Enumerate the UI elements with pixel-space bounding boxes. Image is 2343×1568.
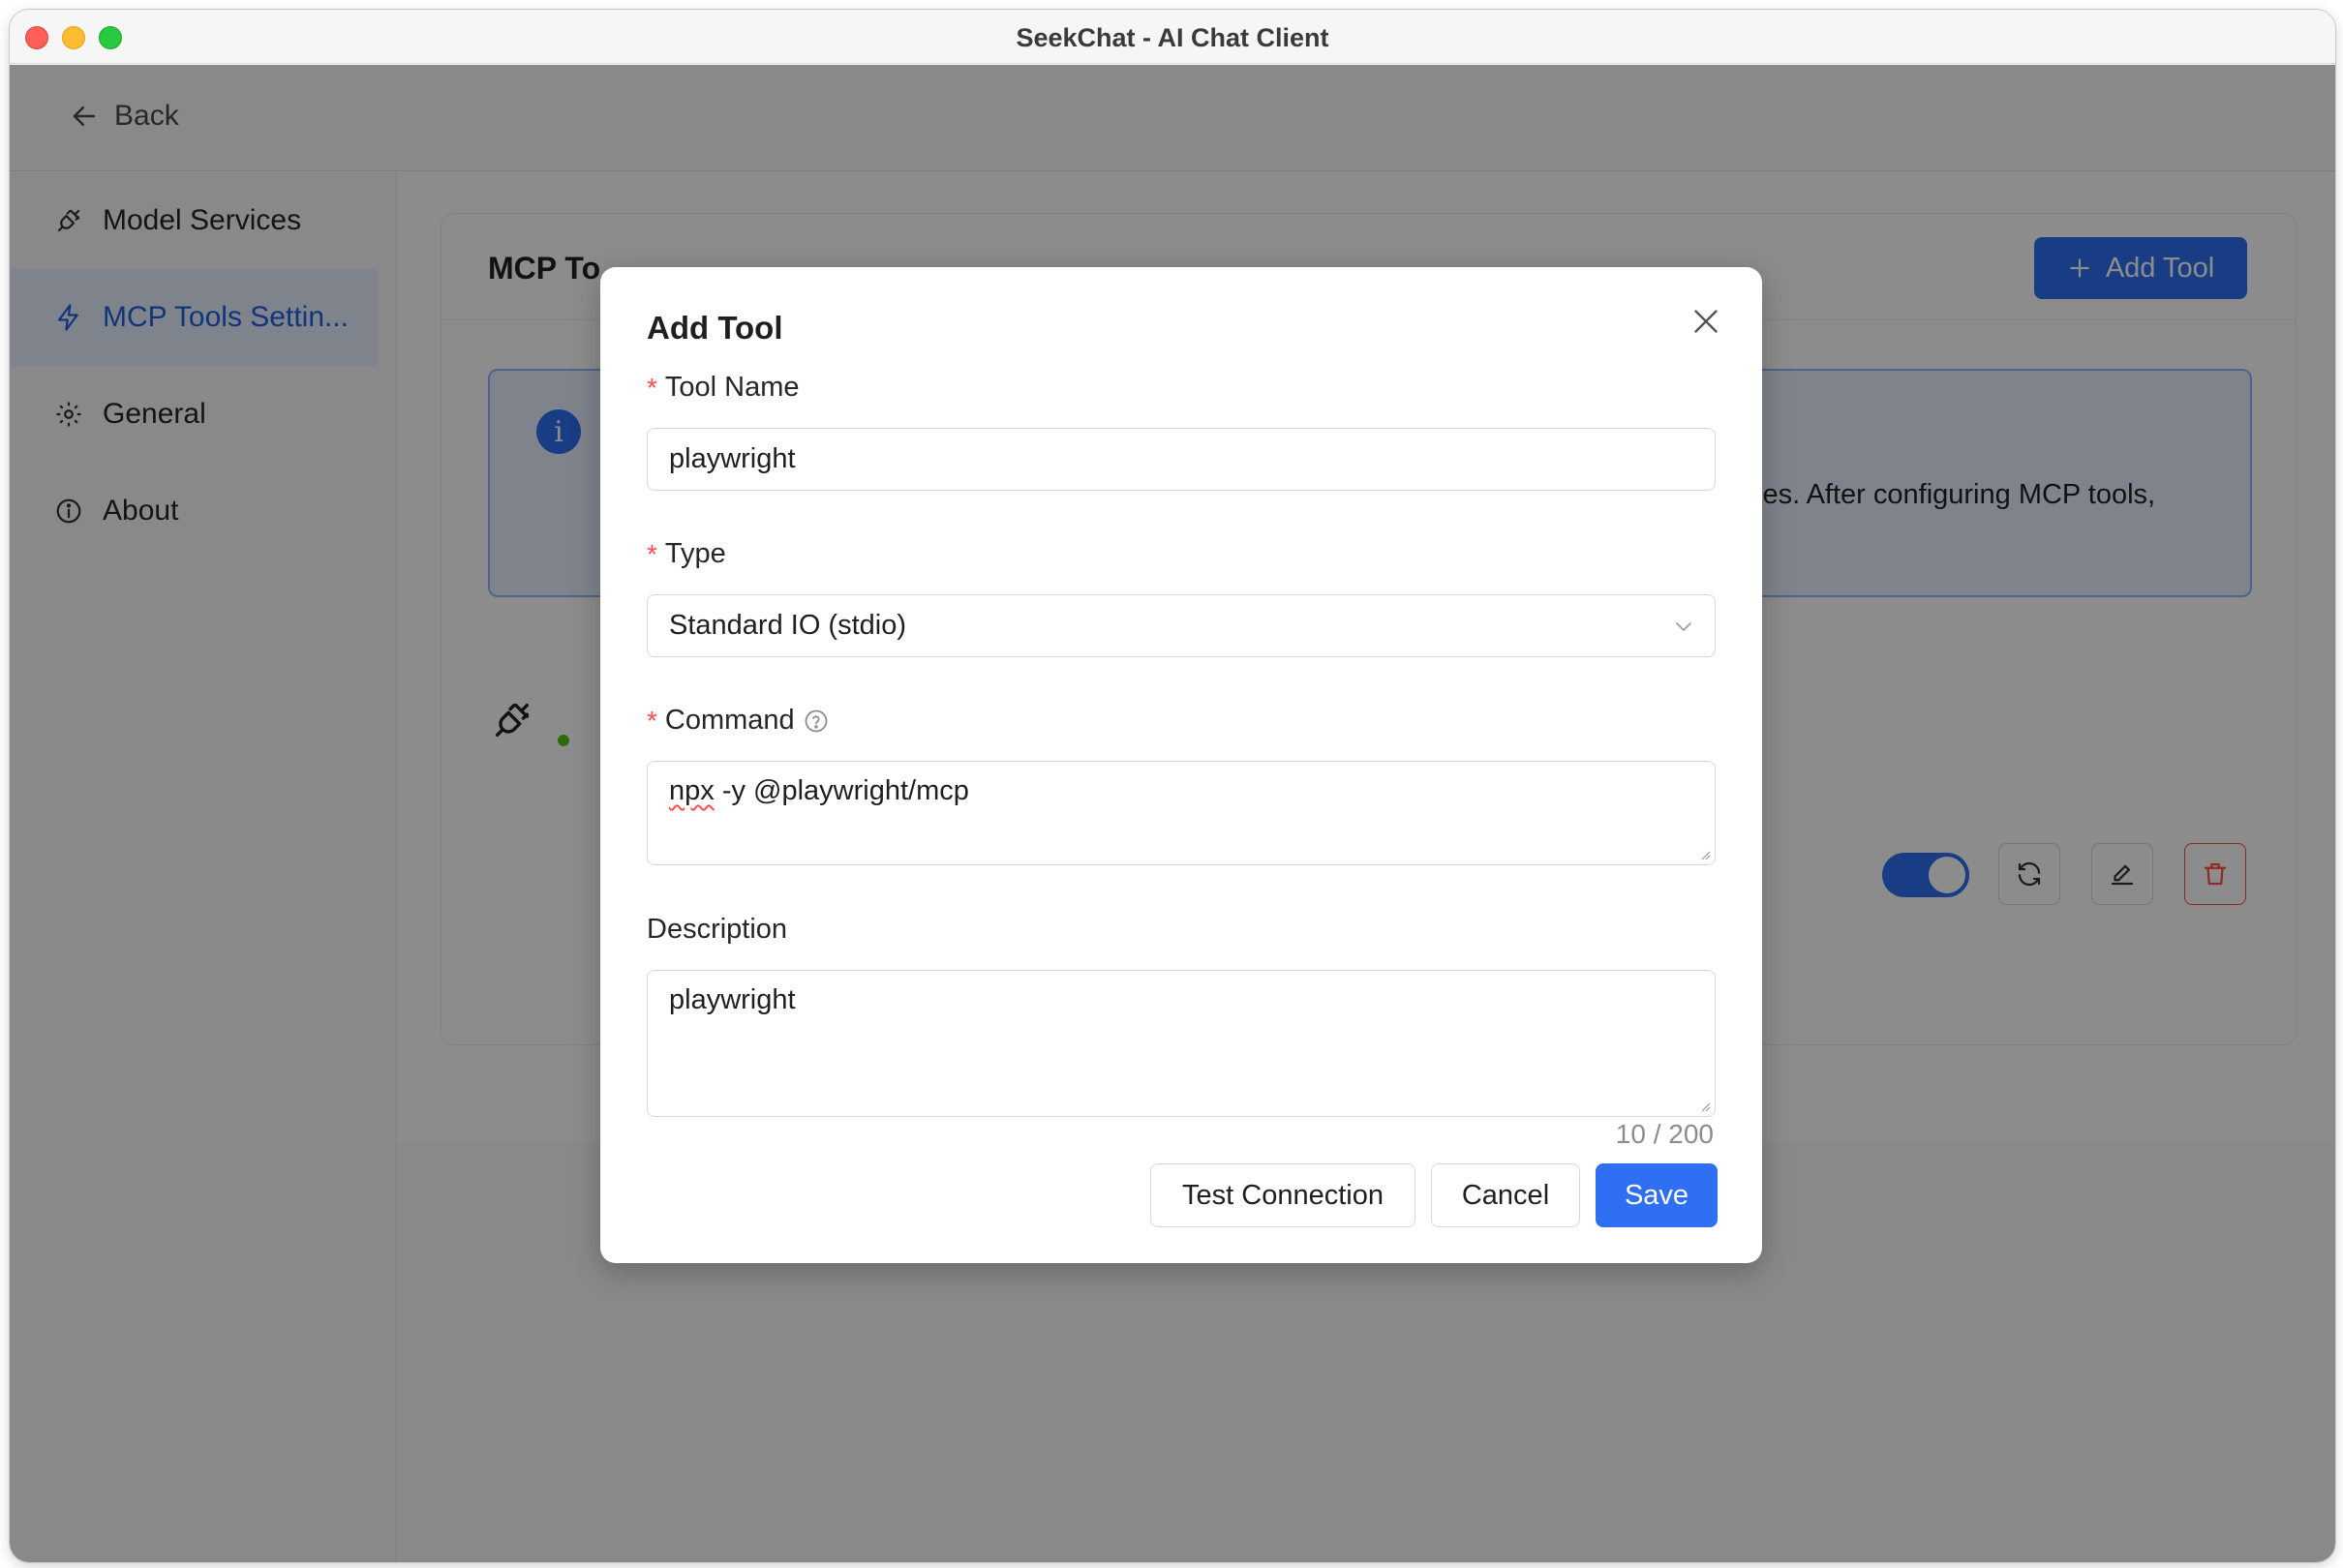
command-label: * Command bbox=[647, 705, 830, 737]
title-bar: SeekChat - AI Chat Client bbox=[10, 10, 2335, 64]
cancel-button[interactable]: Cancel bbox=[1431, 1163, 1580, 1227]
close-icon[interactable] bbox=[1689, 304, 1723, 339]
command-textarea[interactable]: npx -y @playwright/mcp bbox=[647, 761, 1716, 865]
tool-name-label: * Tool Name bbox=[647, 372, 800, 404]
required-marker: * bbox=[647, 372, 657, 403]
description-value: playwright bbox=[669, 984, 796, 1015]
description-label: Description bbox=[647, 914, 787, 946]
command-label-text: Command bbox=[664, 705, 795, 736]
type-select[interactable]: Standard IO (stdio) bbox=[647, 594, 1716, 657]
add-tool-dialog: Add Tool * Tool Name playwright * Type S… bbox=[600, 267, 1762, 1263]
app-window: SeekChat - AI Chat Client Back Model Ser… bbox=[10, 10, 2335, 1562]
question-circle-icon[interactable] bbox=[803, 708, 830, 735]
resize-handle-icon[interactable] bbox=[1697, 1099, 1711, 1112]
required-marker: * bbox=[647, 705, 657, 736]
tool-name-input[interactable]: playwright bbox=[647, 428, 1716, 491]
command-value: -y @playwright/mcp bbox=[714, 775, 969, 806]
resize-handle-icon[interactable] bbox=[1697, 847, 1711, 860]
dialog-title: Add Tool bbox=[647, 310, 783, 346]
character-counter: 10 / 200 bbox=[1615, 1119, 1714, 1149]
test-connection-button[interactable]: Test Connection bbox=[1150, 1163, 1415, 1227]
command-value-misspelled: npx bbox=[669, 775, 715, 806]
type-label-text: Type bbox=[664, 538, 726, 569]
description-textarea[interactable]: playwright bbox=[647, 970, 1716, 1117]
type-select-value: Standard IO (stdio) bbox=[669, 610, 906, 641]
type-label: * Type bbox=[647, 538, 726, 570]
window-title: SeekChat - AI Chat Client bbox=[1016, 23, 1329, 52]
required-marker: * bbox=[647, 538, 657, 569]
tool-name-label-text: Tool Name bbox=[664, 372, 800, 403]
tool-name-value: playwright bbox=[669, 443, 796, 474]
description-label-text: Description bbox=[647, 914, 788, 945]
save-button[interactable]: Save bbox=[1596, 1163, 1718, 1227]
chevron-down-icon bbox=[1676, 622, 1691, 631]
